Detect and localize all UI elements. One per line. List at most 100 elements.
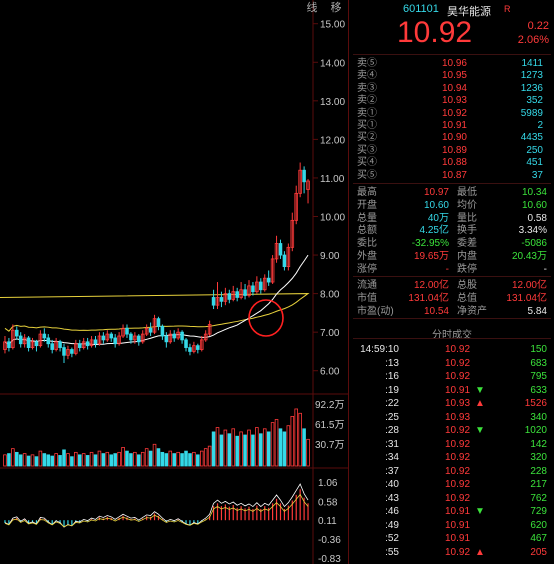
volume-bar <box>152 443 157 467</box>
tick-row[interactable]: :16 10.92 795 <box>349 371 554 383</box>
candle-body <box>85 341 90 347</box>
order-book-row[interactable]: 卖② 10.93 352 <box>349 95 554 107</box>
volume-bar <box>89 451 94 467</box>
tick-row[interactable]: :55 10.92 ▲ 205 <box>349 547 554 559</box>
volume-bar <box>58 455 62 467</box>
tick-time: :37 <box>385 465 399 477</box>
volume-bar <box>11 448 15 467</box>
order-book-row[interactable]: 买③ 10.89 250 <box>349 145 554 157</box>
tick-row[interactable]: :19 10.91 ▼ 633 <box>349 385 554 397</box>
order-book-row[interactable]: 买② 10.90 4435 <box>349 132 554 144</box>
tick-row[interactable]: :49 10.91 620 <box>349 520 554 532</box>
stat-value: 3.34% <box>518 225 547 237</box>
macd-axis-label: 0.11 <box>318 516 337 527</box>
volume-bar <box>306 438 310 467</box>
volume-bar <box>270 422 275 467</box>
order-book-row[interactable]: 卖① 10.92 5989 <box>349 108 554 120</box>
volume-bar <box>168 450 173 467</box>
order-label: 卖③ <box>357 82 377 94</box>
candle-body <box>109 333 114 339</box>
volume-bar <box>164 453 169 467</box>
tick-row[interactable]: :46 10.91 ▼ 729 <box>349 506 554 518</box>
tick-row[interactable]: :22 10.93 ▲ 1526 <box>349 398 554 410</box>
tab-move[interactable]: 移 <box>326 0 346 16</box>
tick-row[interactable]: :34 10.92 320 <box>349 452 554 464</box>
tick-row[interactable]: :31 10.92 142 <box>349 439 554 451</box>
volume-bar <box>223 429 228 467</box>
tick-row[interactable]: 14:59:10 10.92 150 <box>349 344 554 356</box>
volume-bar <box>14 451 19 467</box>
order-volume: 1411 <box>521 58 543 69</box>
tick-row[interactable]: :37 10.92 228 <box>349 466 554 478</box>
candle-body <box>160 325 165 337</box>
order-volume: 1236 <box>520 82 543 94</box>
stat-value: - <box>445 263 449 275</box>
order-book-row[interactable]: 卖③ 10.94 1236 <box>349 83 554 95</box>
tick-volume: 1020 <box>524 425 547 436</box>
volume-bar <box>255 427 259 467</box>
volume-bar <box>140 451 145 467</box>
order-volume: 352 <box>526 95 543 107</box>
volume-bar <box>34 456 39 467</box>
order-label: 卖② <box>357 95 377 107</box>
tick-row[interactable]: :13 10.92 683 <box>349 358 554 370</box>
stock-flag: R <box>504 4 511 14</box>
volume-bar <box>26 455 31 467</box>
order-book-row[interactable]: 买① 10.91 2 <box>349 120 554 132</box>
order-book-row[interactable]: 卖⑤ 10.96 1411 <box>349 58 554 70</box>
stat-label: 外盘 <box>357 251 377 262</box>
volume-bar <box>239 431 243 467</box>
price-axis-label: 7.00 <box>320 328 340 339</box>
stat-row: 流通 12.00亿 总股 12.00亿 <box>349 280 554 292</box>
tick-time: :19 <box>385 384 399 396</box>
volume-bar <box>121 446 125 467</box>
tick-price: 10.92 <box>445 465 471 477</box>
stat-label: 总股 <box>457 280 477 291</box>
order-volume: 2 <box>537 120 543 131</box>
stat-label: 总值 <box>457 292 477 304</box>
tick-row[interactable]: :28 10.92 ▼ 1020 <box>349 425 554 437</box>
candle-body <box>259 281 263 291</box>
tick-row[interactable]: :40 10.92 217 <box>349 479 554 491</box>
stat-label: 市盈(动) <box>357 305 394 317</box>
order-label: 买② <box>357 132 377 144</box>
kline-chart-area[interactable]: 15.00 14.00 13.00 12.00 11.00 10.00 9.00 8.00 7.… <box>0 0 348 564</box>
volume-bar <box>188 453 192 467</box>
kline-chart[interactable]: 15.00 14.00 13.00 12.00 11.00 10.00 9.00 8.00 7.… <box>0 0 348 564</box>
tick-time: :31 <box>385 438 399 450</box>
tick-arrow: ▲ <box>475 398 485 409</box>
volume-bar <box>302 428 306 467</box>
volume-bar <box>262 428 267 467</box>
order-book-row[interactable]: 卖④ 10.95 1273 <box>349 70 554 82</box>
stat-row: 外盘 19.65万 内盘 20.43万 <box>349 251 554 263</box>
volume-bar <box>50 455 54 467</box>
tick-price: 10.93 <box>445 398 471 409</box>
price-axis-label: 15.00 <box>320 20 345 31</box>
tick-row[interactable]: :52 10.91 467 <box>349 533 554 545</box>
tick-time: :49 <box>385 519 399 531</box>
stat-row: 委比 -32.95% 委差 -5086 <box>349 238 554 250</box>
volume-bar <box>62 449 66 467</box>
macd-dea-line <box>4 493 309 528</box>
volume-bar <box>211 431 216 467</box>
tick-price: 10.92 <box>445 344 471 355</box>
order-label: 买⑤ <box>357 169 377 181</box>
tick-volume: 729 <box>530 506 547 517</box>
price-axis-label: 13.00 <box>320 97 345 108</box>
order-book-row[interactable]: 买⑤ 10.87 37 <box>349 170 554 182</box>
tab-line[interactable]: 线 <box>302 0 322 16</box>
candle-body <box>77 343 82 348</box>
tick-row[interactable]: :43 10.92 762 <box>349 493 554 505</box>
tick-row[interactable]: :25 10.93 340 <box>349 412 554 424</box>
candle-body <box>42 333 47 339</box>
volume-bar <box>156 448 161 467</box>
volume-bar <box>101 453 106 467</box>
tick-price: 10.92 <box>445 438 471 450</box>
stat-label: 总额 <box>357 225 377 237</box>
volume-bar <box>46 454 51 467</box>
candle-body <box>235 291 239 298</box>
volume-bar <box>199 450 204 467</box>
order-book-row[interactable]: 买④ 10.88 451 <box>349 157 554 169</box>
volume-bar <box>247 429 251 467</box>
tick-time: :40 <box>385 479 399 490</box>
